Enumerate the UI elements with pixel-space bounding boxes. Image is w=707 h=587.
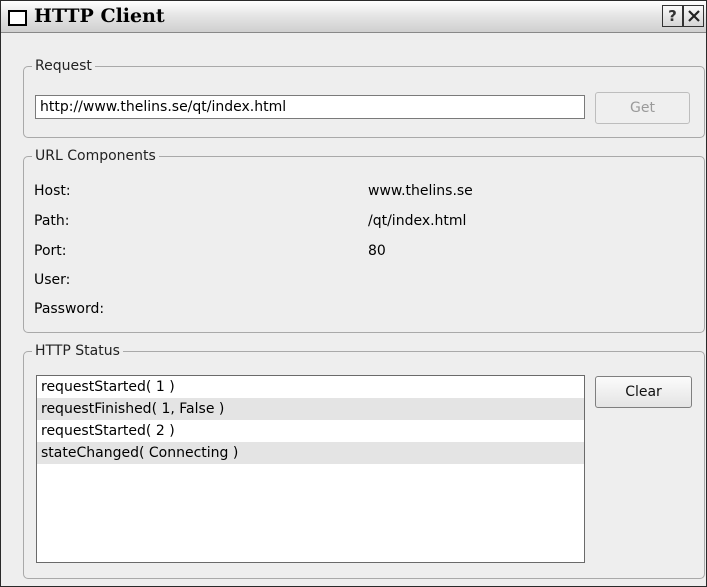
- host-label: Host:: [34, 183, 71, 199]
- port-label: Port:: [34, 243, 67, 259]
- request-group-title: Request: [32, 56, 95, 76]
- log-item[interactable]: stateChanged( Connecting ): [37, 442, 584, 464]
- url-components-group-title: URL Components: [32, 146, 159, 166]
- url-components-group: URL Components Host: www.thelins.se Path…: [23, 146, 705, 333]
- close-button[interactable]: [683, 5, 704, 27]
- user-label: User:: [34, 272, 71, 288]
- log-item[interactable]: requestStarted( 1 ): [37, 376, 584, 398]
- log-item[interactable]: requestStarted( 2 ): [37, 420, 584, 442]
- close-icon: [687, 10, 700, 22]
- http-status-group-title: HTTP Status: [32, 341, 123, 361]
- http-client-window: HTTP Client ? Request http://www.thelins…: [0, 0, 707, 587]
- get-button[interactable]: Get: [595, 92, 690, 124]
- window-title: HTTP Client: [34, 5, 165, 27]
- path-label: Path:: [34, 213, 70, 229]
- password-row: Password:: [34, 300, 104, 318]
- port-row: Port: 80: [34, 242, 386, 260]
- question-mark-icon: ?: [668, 7, 677, 25]
- window-menu-icon[interactable]: [8, 10, 27, 26]
- log-item[interactable]: requestFinished( 1, False ): [37, 398, 584, 420]
- host-row: Host: www.thelins.se: [34, 182, 473, 200]
- status-log-list[interactable]: requestStarted( 1 ) requestFinished( 1, …: [36, 375, 585, 563]
- path-row: Path: /qt/index.html: [34, 212, 466, 230]
- title-bar[interactable]: HTTP Client ?: [1, 1, 706, 33]
- host-value: www.thelins.se: [368, 183, 473, 199]
- port-value: 80: [368, 243, 386, 259]
- user-row: User:: [34, 271, 70, 289]
- url-input[interactable]: http://www.thelins.se/qt/index.html: [35, 95, 585, 119]
- request-group: Request http://www.thelins.se/qt/index.h…: [23, 56, 705, 138]
- help-button[interactable]: ?: [662, 5, 683, 27]
- http-status-group: HTTP Status requestStarted( 1 ) requestF…: [23, 341, 705, 579]
- password-label: Password:: [34, 301, 105, 317]
- clear-button[interactable]: Clear: [595, 376, 692, 408]
- path-value: /qt/index.html: [368, 213, 467, 229]
